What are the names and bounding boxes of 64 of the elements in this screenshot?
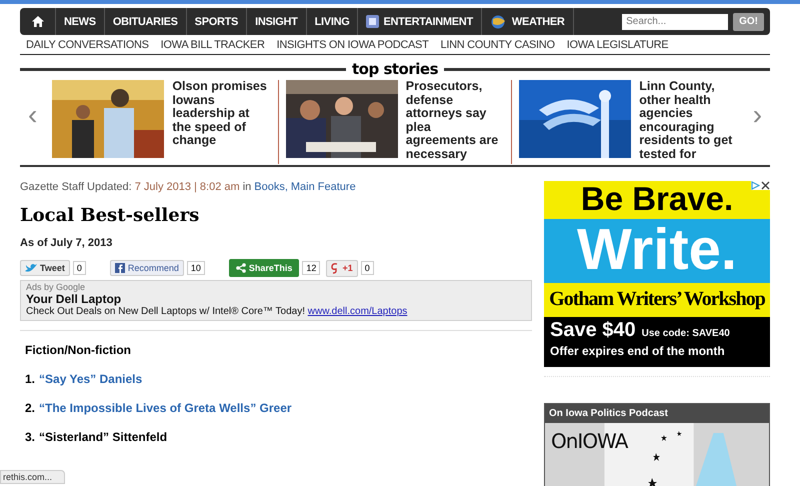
nav-link[interactable]: NEWS bbox=[56, 8, 105, 35]
search-field[interactable]: Search... bbox=[622, 14, 728, 30]
tile-icon bbox=[366, 15, 380, 28]
share-button[interactable]: Recommend bbox=[110, 260, 184, 276]
date-text: 7 July 2013 | 8:02 am bbox=[134, 181, 240, 193]
nav-link[interactable]: INSIGHT bbox=[247, 8, 307, 35]
share-icon bbox=[236, 263, 246, 273]
story-headline[interactable]: Prosecutors, defense attorneys say plea agreements are necessary bbox=[406, 80, 504, 164]
subnav-link[interactable]: INSIGHTS ON IOWA PODCAST bbox=[276, 39, 429, 51]
previous-button[interactable]: ‹ bbox=[20, 100, 46, 130]
subtitle: As of July 7, 2013 bbox=[20, 237, 114, 249]
category-link[interactable]: Main Feature bbox=[290, 181, 356, 193]
share-count: 12 bbox=[302, 261, 320, 275]
subnav-link[interactable]: LINN COUNTY CASINO bbox=[440, 39, 555, 51]
panel-title: On Iowa Politics Podcast bbox=[545, 404, 769, 423]
section-title: top stories bbox=[352, 62, 438, 76]
ad-code: Use code: SAVE40 bbox=[642, 328, 730, 339]
play-icon bbox=[751, 181, 760, 190]
book-title: “Sisterland” Sittenfeld bbox=[39, 430, 168, 444]
share-button[interactable]: Tweet bbox=[20, 260, 70, 276]
ad-title[interactable]: Your Dell Laptop bbox=[26, 292, 526, 306]
globe-icon bbox=[490, 14, 508, 29]
share-count: 0 bbox=[72, 261, 86, 275]
story-headline[interactable]: Olson promises Iowans leadership at the speed of change bbox=[172, 80, 271, 164]
share-count: 10 bbox=[186, 261, 205, 275]
in-text: in bbox=[242, 181, 252, 193]
nav-link[interactable]: ENTERTAINMENT bbox=[358, 8, 482, 35]
subnav-link[interactable]: IOWA LEGISLATURE bbox=[566, 39, 668, 51]
share-button[interactable]: +1 bbox=[326, 260, 358, 276]
ad-offer: Save $40 bbox=[550, 319, 636, 342]
g-logo-icon bbox=[331, 262, 340, 274]
nav-link[interactable]: WEATHER bbox=[482, 8, 574, 35]
story-headline[interactable]: Linn County, other health agencies encouraging residents to get tested for bbox=[639, 80, 738, 164]
list-number: 2. bbox=[25, 401, 36, 415]
ad-headline: Be Brave. bbox=[544, 181, 770, 219]
close-icon[interactable] bbox=[761, 181, 770, 190]
next-button[interactable]: › bbox=[744, 100, 770, 130]
ad-headline: Write. bbox=[544, 219, 770, 283]
byline: Gazette Staff Updated: bbox=[20, 181, 132, 193]
ad-text: Offer expires end of the month bbox=[550, 344, 726, 358]
ad-link[interactable]: www.dell.com/Laptops bbox=[308, 306, 408, 317]
nav-link[interactable]: SPORTS bbox=[186, 8, 248, 35]
f-logo-icon bbox=[114, 263, 125, 273]
status-bar: rethis.com... bbox=[0, 470, 66, 484]
bird-icon bbox=[25, 263, 37, 273]
ad-text: Check Out Deals on New Dell Laptops w/ Intel® Core™ Today! bbox=[26, 306, 305, 317]
subnav-link[interactable]: DAILY CONVERSATIONS bbox=[26, 39, 149, 51]
book-link[interactable]: “Say Yes” Daniels bbox=[39, 372, 142, 386]
nav-link[interactable]: LIVING bbox=[306, 8, 358, 35]
list-number: 1. bbox=[25, 372, 36, 386]
podcast-logo: OnIOWA bbox=[551, 429, 628, 453]
section-heading: Fiction/Non-fiction bbox=[25, 343, 132, 357]
article-title: Local Best-sellers bbox=[20, 205, 200, 226]
ad-banner[interactable]: Be Brave. Write. Gotham Writers’ Workshop Save $40 Use code: SAVE40 Offer expires end of the month bbox=[544, 181, 770, 367]
book-link[interactable]: “The Impossible Lives of Greta Wells” Greer bbox=[39, 401, 292, 415]
subnav-link[interactable]: IOWA BILL TRACKER bbox=[160, 39, 265, 51]
ad-source: Ads by Google bbox=[26, 282, 86, 292]
ad-brand: Gotham Writers’ Workshop bbox=[544, 283, 770, 317]
share-button[interactable]: ShareThis bbox=[228, 259, 300, 277]
home-icon bbox=[32, 16, 44, 27]
share-count: 0 bbox=[360, 261, 374, 275]
list-number: 3. bbox=[25, 430, 36, 444]
nav-link[interactable]: OBITUARIES bbox=[104, 8, 187, 35]
category-link[interactable]: Books, bbox=[254, 181, 288, 193]
